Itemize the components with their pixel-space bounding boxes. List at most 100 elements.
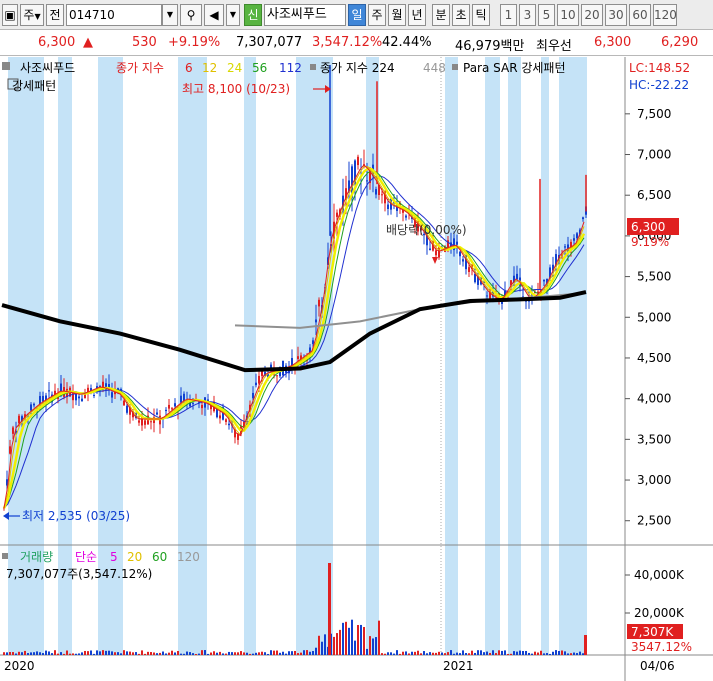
volume-bar xyxy=(159,652,161,655)
period-tab[interactable]: 틱 xyxy=(472,4,490,26)
volume-bar xyxy=(231,652,233,655)
volume-bar xyxy=(132,652,134,655)
volume-bar xyxy=(57,653,59,655)
volume-bar xyxy=(534,651,536,655)
legend-ma6: 6 xyxy=(185,61,193,75)
volume-ma5: 5 xyxy=(110,550,118,564)
type-button[interactable]: 전 xyxy=(46,4,64,26)
price-tick-label: 3,500 xyxy=(637,432,671,446)
period-number-button[interactable]: 120 xyxy=(653,4,677,26)
volume-bar xyxy=(318,635,320,655)
volume-bar xyxy=(216,652,218,655)
volume-bar xyxy=(531,653,533,655)
period-tab[interactable]: 주 xyxy=(368,4,386,26)
volume-bar xyxy=(480,650,482,655)
window-icon[interactable]: ▣ xyxy=(2,4,18,26)
period-number-button[interactable]: 20 xyxy=(581,4,603,26)
period-tab[interactable]: 분 xyxy=(432,4,450,26)
legend-square-icon xyxy=(452,64,458,70)
period-tab[interactable]: 일 xyxy=(348,4,366,26)
volume-bar xyxy=(150,652,152,655)
period-number-button[interactable]: 3 xyxy=(519,4,536,26)
price-chart[interactable]: 7,5007,0006,5006,0005,5005,0004,5004,000… xyxy=(0,57,713,681)
period-number-button[interactable]: 5 xyxy=(538,4,555,26)
volume-bar xyxy=(450,650,452,655)
dividend-annotation: 배당락(0.00%) xyxy=(386,223,467,237)
volume-bar xyxy=(78,653,80,655)
rate-tag-text: 9.19% xyxy=(631,235,669,249)
candle-body xyxy=(564,246,566,248)
volume-bar xyxy=(84,650,86,655)
candle-body xyxy=(78,396,80,399)
toolbar: ▣ 주▼ 전 014710 ▼ ⚲ ◀ ▼ 신 사조씨푸드 일주월년분초틱135… xyxy=(0,0,713,30)
candle-body xyxy=(228,423,230,426)
volume-bar xyxy=(474,652,476,655)
volume-bar xyxy=(306,650,308,655)
candle-body xyxy=(75,393,77,401)
candle-body xyxy=(81,398,83,402)
period-number-button[interactable]: 1 xyxy=(500,4,517,26)
candle-body xyxy=(156,412,158,415)
volume-value: 7,307,077 xyxy=(236,35,303,50)
volume-bar xyxy=(432,652,434,655)
price-tick-label: 3,000 xyxy=(637,473,671,487)
candle-body xyxy=(315,319,317,323)
candle-body xyxy=(174,403,176,407)
volume-bar xyxy=(135,652,137,655)
volume-bar xyxy=(402,651,404,655)
volume-bar xyxy=(54,650,56,655)
volume-bar xyxy=(108,650,110,655)
volume-bar xyxy=(102,650,104,655)
legend-ma12: 12 xyxy=(202,61,217,75)
candle-body xyxy=(60,383,62,392)
best-quote-label: 최우선 xyxy=(536,39,572,54)
volume-bar xyxy=(447,652,449,655)
period-tab[interactable]: 초 xyxy=(452,4,470,26)
volume-bar xyxy=(114,652,116,655)
legend-ma24: 24 xyxy=(227,61,242,75)
volume-bar xyxy=(513,651,515,655)
volume-bar xyxy=(111,651,113,655)
period-number-button[interactable]: 10 xyxy=(557,4,579,26)
candle-body xyxy=(366,180,368,182)
volume-bar xyxy=(282,651,284,655)
volume-bar xyxy=(39,652,41,655)
volume-bar xyxy=(360,624,362,655)
volume-bar xyxy=(441,652,443,655)
period-number-button[interactable]: 60 xyxy=(629,4,651,26)
sound-icon[interactable]: ◀ xyxy=(204,4,224,26)
volume-bar xyxy=(414,651,416,655)
volume-bar xyxy=(126,651,128,655)
volume-bar xyxy=(243,652,245,655)
volume-bar xyxy=(252,653,254,655)
volume-bar xyxy=(204,650,206,655)
period-tab[interactable]: 년 xyxy=(408,4,426,26)
up-arrow-icon: ▲ xyxy=(83,35,93,50)
volume-bar xyxy=(408,653,410,655)
stock-name[interactable]: 사조씨푸드 xyxy=(264,4,346,26)
period-tab[interactable]: 월 xyxy=(388,4,406,26)
sound-dropdown-icon[interactable]: ▼ xyxy=(226,4,240,26)
volume-bar xyxy=(561,650,563,655)
period-number-button[interactable]: 30 xyxy=(605,4,627,26)
volume-bar xyxy=(213,651,215,655)
volume-bar xyxy=(564,651,566,655)
volume-bar xyxy=(417,650,419,655)
candle-body xyxy=(573,238,575,241)
code-input[interactable]: 014710 xyxy=(66,4,162,26)
legend-ma-title: 종가 지수 xyxy=(116,61,164,75)
volume-bar xyxy=(315,647,317,655)
volume-bar xyxy=(378,620,380,655)
volume-bar xyxy=(396,650,398,655)
search-icon[interactable]: ⚲ xyxy=(180,4,202,26)
highlight-band xyxy=(508,57,521,655)
mode-select[interactable]: 주▼ xyxy=(20,4,44,26)
volume-bar xyxy=(390,652,392,655)
volume-bar xyxy=(30,652,32,655)
legend-sar: Para SAR 강세패턴 xyxy=(463,61,566,75)
volume-bar xyxy=(12,652,14,655)
volume-bar xyxy=(552,651,554,655)
volume-bar xyxy=(36,651,38,655)
volume-bar xyxy=(9,652,11,655)
code-dropdown-icon[interactable]: ▼ xyxy=(162,4,178,26)
